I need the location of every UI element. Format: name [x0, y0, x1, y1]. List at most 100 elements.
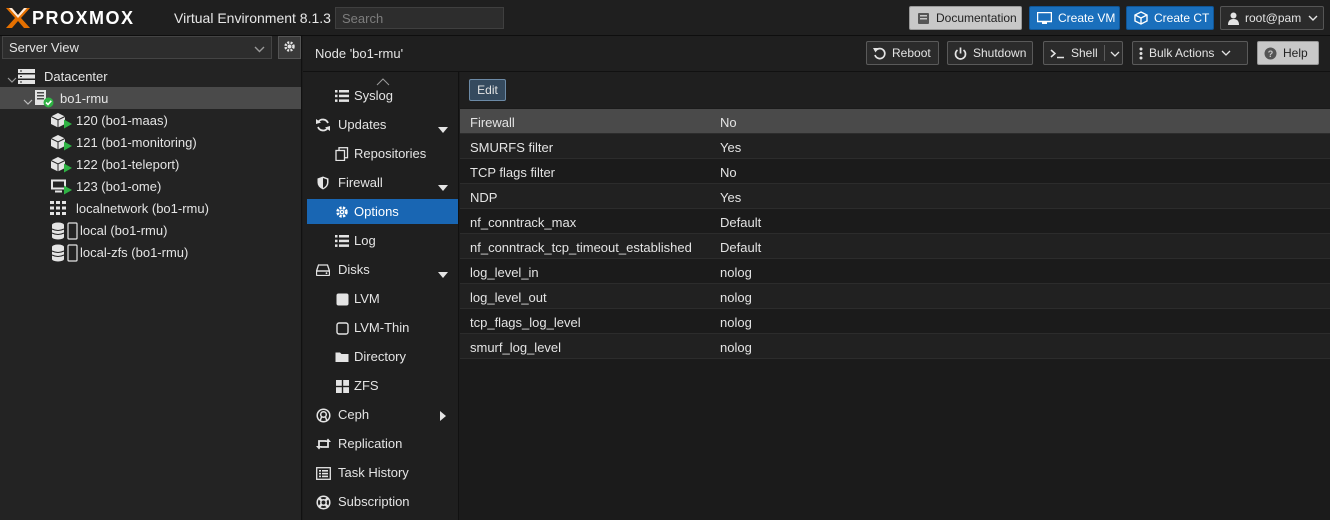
- option-key: Firewall: [470, 115, 515, 130]
- user-label: root@pam: [1245, 11, 1302, 25]
- tree-item-guest[interactable]: 123 (bo1-ome): [0, 175, 301, 197]
- chevron-down-icon[interactable]: [23, 94, 33, 109]
- table-row[interactable]: NDP Yes: [460, 184, 1330, 209]
- shell-button[interactable]: Shell: [1043, 41, 1123, 65]
- user-icon: [1228, 12, 1239, 25]
- nav-item-options[interactable]: Options: [307, 199, 458, 224]
- nav-item-label: Task History: [338, 465, 409, 480]
- option-key: log_level_out: [470, 290, 547, 305]
- chevron-down-icon: [1221, 50, 1231, 56]
- help-button[interactable]: ? Help: [1257, 41, 1319, 65]
- nav-item-log[interactable]: Log: [307, 228, 458, 253]
- user-menu-button[interactable]: root@pam: [1220, 6, 1324, 30]
- nav-item-replication[interactable]: Replication: [307, 431, 458, 456]
- create-vm-button[interactable]: Create VM: [1029, 6, 1120, 30]
- table-row[interactable]: nf_conntrack_tcp_timeout_established Def…: [460, 234, 1330, 259]
- create-ct-button[interactable]: Create CT: [1126, 6, 1214, 30]
- support-lifebuoy-icon: [315, 494, 331, 510]
- resource-tree: Datacenter bo1-rmu 120 (bo1-maas) 121 (b…: [0, 65, 301, 263]
- container-running-icon: [50, 134, 72, 154]
- proxmox-logo[interactable]: PROXMOX: [6, 8, 135, 28]
- option-value: nolog: [720, 315, 752, 330]
- tree-item-guest[interactable]: 120 (bo1-maas): [0, 109, 301, 131]
- nav-item-lvm-thin[interactable]: LVM-Thin: [307, 315, 458, 340]
- nav-item-label: LVM-Thin: [354, 320, 410, 335]
- table-row[interactable]: SMURFS filter Yes: [460, 134, 1330, 159]
- tree-settings-button[interactable]: [278, 36, 301, 59]
- table-row[interactable]: TCP flags filter No: [460, 159, 1330, 184]
- table-row[interactable]: log_level_out nolog: [460, 284, 1330, 309]
- table-row[interactable]: Firewall No: [460, 109, 1330, 134]
- resource-tree-panel: Server View Datacenter bo1-rmu 120 (bo1-…: [0, 36, 302, 520]
- ellipsis-vertical-icon: [1139, 47, 1143, 60]
- vm-running-icon: [50, 178, 72, 198]
- options-toolbar: Edit: [460, 72, 1330, 108]
- nav-item-label: Replication: [338, 436, 403, 451]
- nav-item-label: Syslog: [354, 88, 394, 103]
- chevron-down-icon[interactable]: [7, 72, 17, 87]
- nav-item-label: Updates: [338, 117, 387, 132]
- nav-item-ceph[interactable]: Ceph: [307, 402, 458, 427]
- files-icon: [334, 146, 350, 162]
- nav-item-label: Disks: [338, 262, 370, 277]
- chevron-down-icon[interactable]: [1110, 46, 1120, 60]
- tree-item-sdn[interactable]: localnetwork (bo1-rmu): [0, 197, 301, 219]
- tree-item-guest[interactable]: 122 (bo1-teleport): [0, 153, 301, 175]
- nav-item-subscription[interactable]: Subscription: [307, 489, 458, 514]
- tree-item-node[interactable]: bo1-rmu: [0, 87, 301, 109]
- bulk-actions-button[interactable]: Bulk Actions: [1132, 41, 1248, 65]
- option-key: tcp_flags_log_level: [470, 315, 581, 330]
- option-value: No: [720, 115, 737, 130]
- option-value: nolog: [720, 340, 752, 355]
- search-input[interactable]: [335, 7, 504, 29]
- documentation-button[interactable]: Documentation: [909, 6, 1022, 30]
- options-grid: Firewall No SMURFS filter Yes TCP flags …: [460, 109, 1330, 359]
- nav-item-firewall[interactable]: Firewall: [307, 170, 458, 195]
- tree-item-label: local-zfs (bo1-rmu): [80, 245, 189, 260]
- node-online-icon: [34, 90, 54, 111]
- nav-item-repositories[interactable]: Repositories: [307, 141, 458, 166]
- table-row[interactable]: tcp_flags_log_level nolog: [460, 309, 1330, 334]
- tree-item-guest[interactable]: 121 (bo1-monitoring): [0, 131, 301, 153]
- option-value: Yes: [720, 140, 742, 155]
- tree-item-storage[interactable]: local-zfs (bo1-rmu): [0, 241, 301, 263]
- container-running-icon: [50, 112, 72, 132]
- square-outline-icon: [334, 320, 350, 336]
- tree-item-storage[interactable]: local (bo1-rmu): [0, 219, 301, 241]
- nav-item-task-history[interactable]: Task History: [307, 460, 458, 485]
- nav-item-directory[interactable]: Directory: [307, 344, 458, 369]
- option-key: nf_conntrack_tcp_timeout_established: [470, 240, 692, 255]
- tree-item-label: bo1-rmu: [60, 91, 109, 106]
- hard-drive-icon: [315, 262, 331, 278]
- list-icon: [334, 233, 350, 249]
- bulk-actions-label: Bulk Actions: [1149, 46, 1215, 60]
- table-row[interactable]: log_level_in nolog: [460, 259, 1330, 284]
- tree-item-label: 122 (bo1-teleport): [76, 157, 180, 172]
- table-row[interactable]: smurf_log_level nolog: [460, 334, 1330, 359]
- retweet-icon: [315, 436, 331, 452]
- nav-item-syslog[interactable]: Syslog: [307, 83, 458, 108]
- reboot-icon: [873, 47, 886, 60]
- shutdown-button[interactable]: Shutdown: [947, 41, 1033, 65]
- nav-item-label: ZFS: [354, 378, 379, 393]
- nav-item-zfs[interactable]: ZFS: [307, 373, 458, 398]
- nav-item-lvm[interactable]: LVM: [307, 286, 458, 311]
- tree-item-datacenter[interactable]: Datacenter: [0, 65, 301, 87]
- table-row[interactable]: nf_conntrack_max Default: [460, 209, 1330, 234]
- nav-item-label: Repositories: [354, 146, 427, 161]
- edit-button[interactable]: Edit: [469, 79, 506, 101]
- tree-item-label: Datacenter: [44, 69, 108, 84]
- folder-icon: [334, 349, 350, 365]
- proxmox-x-icon: [6, 8, 30, 28]
- nav-item-label: Log: [354, 233, 376, 248]
- caret-down-icon: [438, 179, 448, 194]
- storage-icon: [51, 244, 79, 265]
- refresh-icon: [315, 117, 331, 133]
- documentation-label: Documentation: [936, 11, 1017, 25]
- view-selector[interactable]: Server View: [2, 36, 272, 59]
- reboot-button[interactable]: Reboot: [866, 41, 939, 65]
- top-bar: PROXMOX Virtual Environment 8.1.3 Docume…: [0, 0, 1330, 36]
- nav-item-updates[interactable]: Updates: [307, 112, 458, 137]
- chevron-down-icon: [254, 41, 265, 56]
- nav-item-disks[interactable]: Disks: [307, 257, 458, 282]
